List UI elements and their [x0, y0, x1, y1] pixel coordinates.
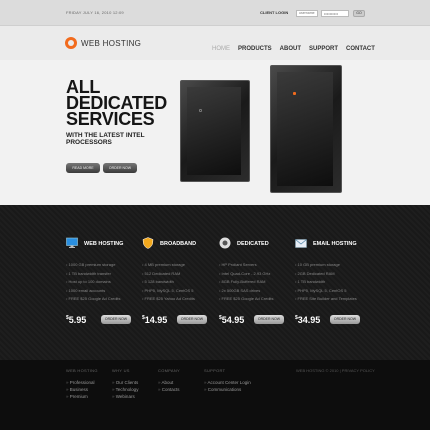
plan-price: $14.95 [142, 315, 168, 325]
plan-features: 1000 GB premium storage 1 TB bandwidth t… [66, 261, 121, 304]
plan-feature: 1000 GB premium storage [66, 261, 121, 270]
plan-feature: 2GB Dedicated RAM [295, 270, 357, 279]
plan-order-button[interactable]: ORDER NOW [177, 315, 207, 324]
plan-feature: PHP5, MySQL 5, CentOS 5 [142, 287, 195, 296]
header: WEB HOSTING HOME PRODUCTS ABOUT SUPPORT … [0, 26, 430, 60]
footer-link[interactable]: Our Clients [112, 379, 139, 386]
footer: WEB HOSTING Professional Business Premiu… [0, 360, 430, 430]
client-login-label: CLIENT LOGIN [260, 10, 289, 15]
logo-icon[interactable] [65, 37, 77, 49]
copyright: WEB HOSTING © 2010 | PRIVACY POLICY [296, 368, 375, 373]
plan-feature: HP Proliant Servers [219, 261, 274, 270]
footer-heading: WEB HOSTING [66, 368, 98, 373]
plan-feature: 4 MB premium storage [142, 261, 195, 270]
plan-feature: 1 TB bandwidth [295, 278, 357, 287]
footer-link[interactable]: Premium [66, 393, 98, 400]
plan-order-button[interactable]: ORDER NOW [330, 315, 360, 324]
plan-feature: 2x 500GB SAS drives [219, 287, 274, 296]
footer-link[interactable]: Professional [66, 379, 98, 386]
plan-order-button[interactable]: ORDER NOW [254, 315, 284, 324]
footer-link[interactable]: About [158, 379, 180, 386]
footer-link[interactable]: Technology [112, 386, 139, 393]
plan-feature: FREE $25 Google Ad Credits [219, 295, 274, 304]
footer-heading: SUPPORT [204, 368, 226, 373]
main-nav: HOME PRODUCTS ABOUT SUPPORT CONTACT [212, 46, 375, 52]
footer-link[interactable]: Account Center Login [204, 379, 251, 386]
gear-icon [219, 237, 231, 249]
plan-title: EMAIL HOSTING [313, 241, 357, 247]
plan-title: DEDICATED [237, 241, 269, 247]
footer-column-support: SUPPORT Account Center Login Communicati… [204, 368, 251, 393]
plan-features: 10 GB premium storage 2GB Dedicated RAM … [295, 261, 357, 304]
server-tower-image [270, 65, 342, 193]
footer-column-company: COMPANY About Contacts [158, 368, 180, 393]
plan-feature: 512 Dedicated RAM [142, 270, 195, 279]
envelope-icon [295, 239, 307, 248]
plan-feature: PHP5, MySQL 5, CentOS 5 [295, 287, 357, 296]
plan-title: BROADBAND [160, 241, 197, 247]
nav-products[interactable]: PRODUCTS [238, 46, 272, 52]
plan-price: $54.95 [219, 315, 245, 325]
plan-feature: 5 128 bandwidth [142, 278, 195, 287]
hero-title-line-3: SERVICES [66, 109, 155, 129]
server-tower-image [180, 80, 250, 182]
nav-contact[interactable]: CONTACT [346, 46, 375, 52]
plan-feature: FREE Site Builder and Templates [295, 295, 357, 304]
plan-price: $34.95 [295, 315, 321, 325]
footer-column-web-hosting: WEB HOSTING Professional Business Premiu… [66, 368, 98, 400]
footer-column-why-us: WHY US Our Clients Technology Webinars [112, 368, 138, 400]
plans-section: WEB HOSTING 1000 GB premium storage 1 TB… [0, 205, 430, 360]
plan-feature: 1000 email accounts [66, 287, 121, 296]
footer-link[interactable]: Communications [204, 386, 251, 393]
footer-link[interactable]: Webinars [112, 393, 138, 400]
plan-feature: Host up to 100 domains [66, 278, 121, 287]
logo-text[interactable]: WEB HOSTING [81, 39, 141, 48]
nav-home[interactable]: HOME [212, 46, 230, 52]
monitor-icon [66, 237, 78, 248]
nav-about[interactable]: ABOUT [280, 46, 301, 52]
top-bar: FRIDAY JULY 16, 2010 12:09 CLIENT LOGIN … [0, 0, 430, 26]
plan-price: $5.95 [66, 315, 87, 325]
username-input[interactable]: username [296, 10, 318, 17]
login-go-button[interactable]: GO [353, 10, 365, 17]
shield-icon [142, 237, 154, 249]
hero-subtitle: WITH THE LATEST INTEL PROCESSORS [66, 132, 145, 146]
footer-link[interactable]: Contacts [158, 386, 180, 393]
password-input[interactable]: •••••••••• [321, 10, 349, 17]
nav-support[interactable]: SUPPORT [309, 46, 338, 52]
hero-banner: ALL DEDICATED SERVICES WITH THE LATEST I… [0, 60, 430, 205]
plan-order-button[interactable]: ORDER NOW [101, 315, 131, 324]
footer-heading: COMPANY [158, 368, 181, 373]
hero-title: ALL DEDICATED SERVICES [66, 78, 167, 129]
plan-feature: 8GB Fully-Buffered RAM [219, 278, 274, 287]
footer-heading: WHY US [112, 368, 130, 373]
read-more-button[interactable]: READ MORE [66, 163, 100, 173]
plan-features: 4 MB premium storage 512 Dedicated RAM 5… [142, 261, 195, 304]
plan-title: WEB HOSTING [84, 241, 124, 247]
plan-features: HP Proliant Servers Intel Quad-Core - 2.… [219, 261, 274, 304]
plan-feature: 1 TB bandwidth transfer [66, 270, 121, 279]
plan-feature: 10 GB premium storage [295, 261, 357, 270]
plan-feature: Intel Quad-Core - 2.93 GHz [219, 270, 274, 279]
current-date: FRIDAY JULY 16, 2010 12:09 [66, 10, 124, 15]
plan-feature: FREE $25 Google Ad Credits [66, 295, 121, 304]
plan-feature: FREE $25 Yahoo Ad Credits [142, 295, 195, 304]
order-now-button[interactable]: ORDER NOW [103, 163, 137, 173]
footer-link[interactable]: Business [66, 386, 98, 393]
